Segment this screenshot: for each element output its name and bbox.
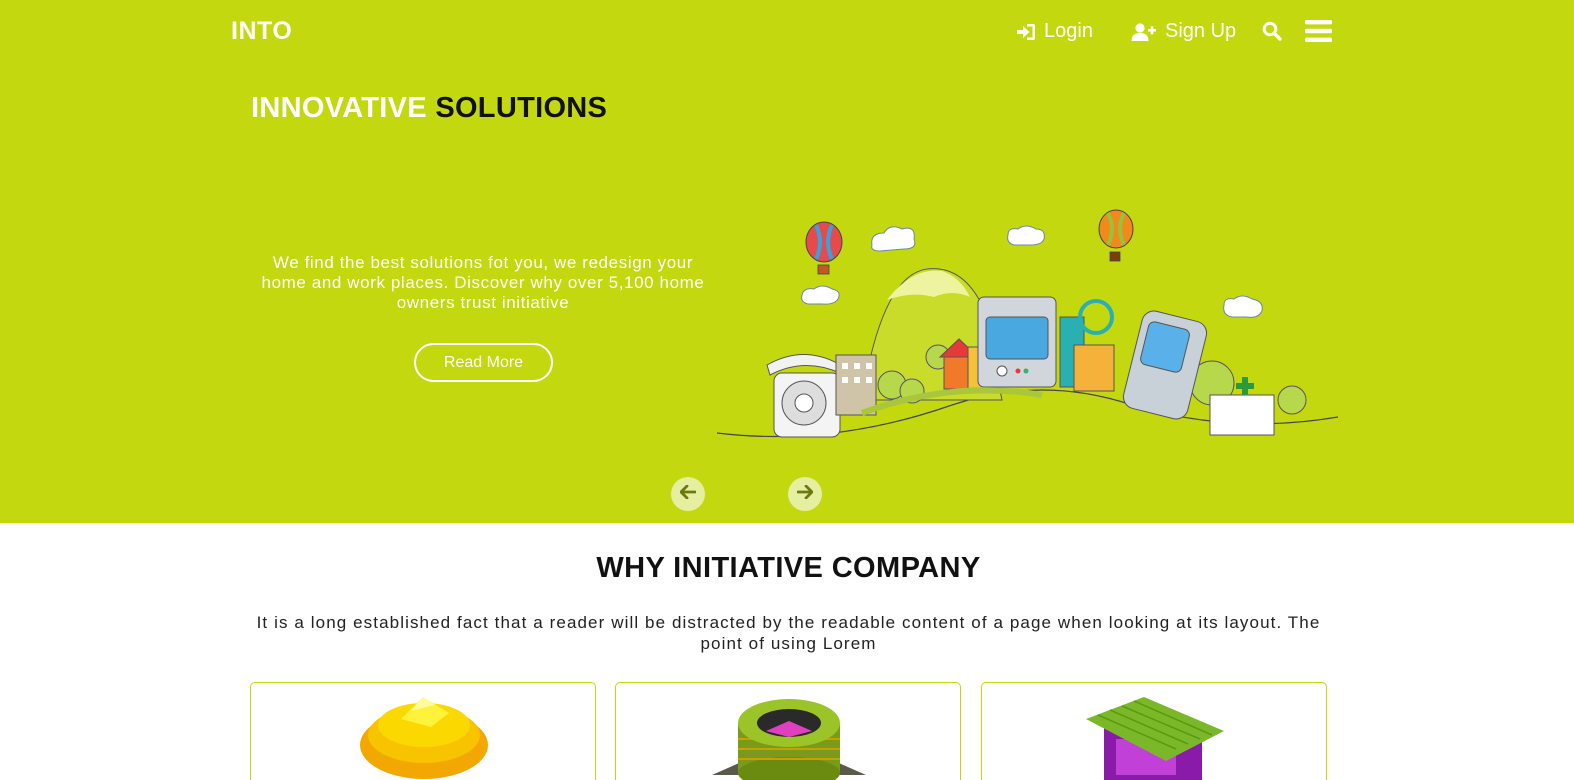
section-text: It is a long established fact that a rea… xyxy=(256,613,1321,653)
feature-card-2[interactable] xyxy=(615,682,961,780)
feature-card-1[interactable] xyxy=(250,682,596,780)
round-building-icon xyxy=(712,699,866,780)
login-link[interactable]: Login xyxy=(1016,20,1093,43)
menu-icon[interactable] xyxy=(1305,19,1332,48)
signup-link[interactable]: Sign Up xyxy=(1131,20,1236,43)
telephone xyxy=(766,354,841,438)
hero-title-part1: INNOVATIVE xyxy=(251,92,427,124)
hero-description: We find the best solutions fot you, we r… xyxy=(261,253,705,312)
city-illustration xyxy=(712,205,1344,452)
search-icon[interactable] xyxy=(1262,21,1282,46)
signup-label: Sign Up xyxy=(1165,20,1237,42)
hero-title-part2: SOLUTIONS xyxy=(435,92,608,124)
hero-title: INNOVATIVE SOLUTIONS xyxy=(251,92,607,125)
hero-section: INTO Login Sign Up INNOVATIVE SOLUTIONS … xyxy=(0,0,1574,523)
arrow-right-icon xyxy=(796,484,814,504)
read-more-button[interactable]: Read More xyxy=(414,343,553,382)
green-roof-house-icon xyxy=(1086,697,1224,780)
balloon-orange xyxy=(1098,209,1134,262)
prev-slide-button[interactable] xyxy=(671,477,705,511)
user-plus-icon xyxy=(1131,22,1157,41)
gold-layers-icon xyxy=(360,697,488,779)
sign-in-icon xyxy=(1016,23,1036,41)
feature-card-3[interactable] xyxy=(981,682,1327,780)
section-title: WHY INITIATIVE COMPANY xyxy=(596,552,981,584)
login-label: Login xyxy=(1044,20,1093,42)
arrow-left-icon xyxy=(679,484,697,504)
balloon-red xyxy=(805,221,843,275)
site-logo[interactable]: INTO xyxy=(231,17,292,46)
mobile-phone xyxy=(1122,310,1208,420)
next-slide-button[interactable] xyxy=(788,477,822,511)
computer xyxy=(977,296,1057,388)
